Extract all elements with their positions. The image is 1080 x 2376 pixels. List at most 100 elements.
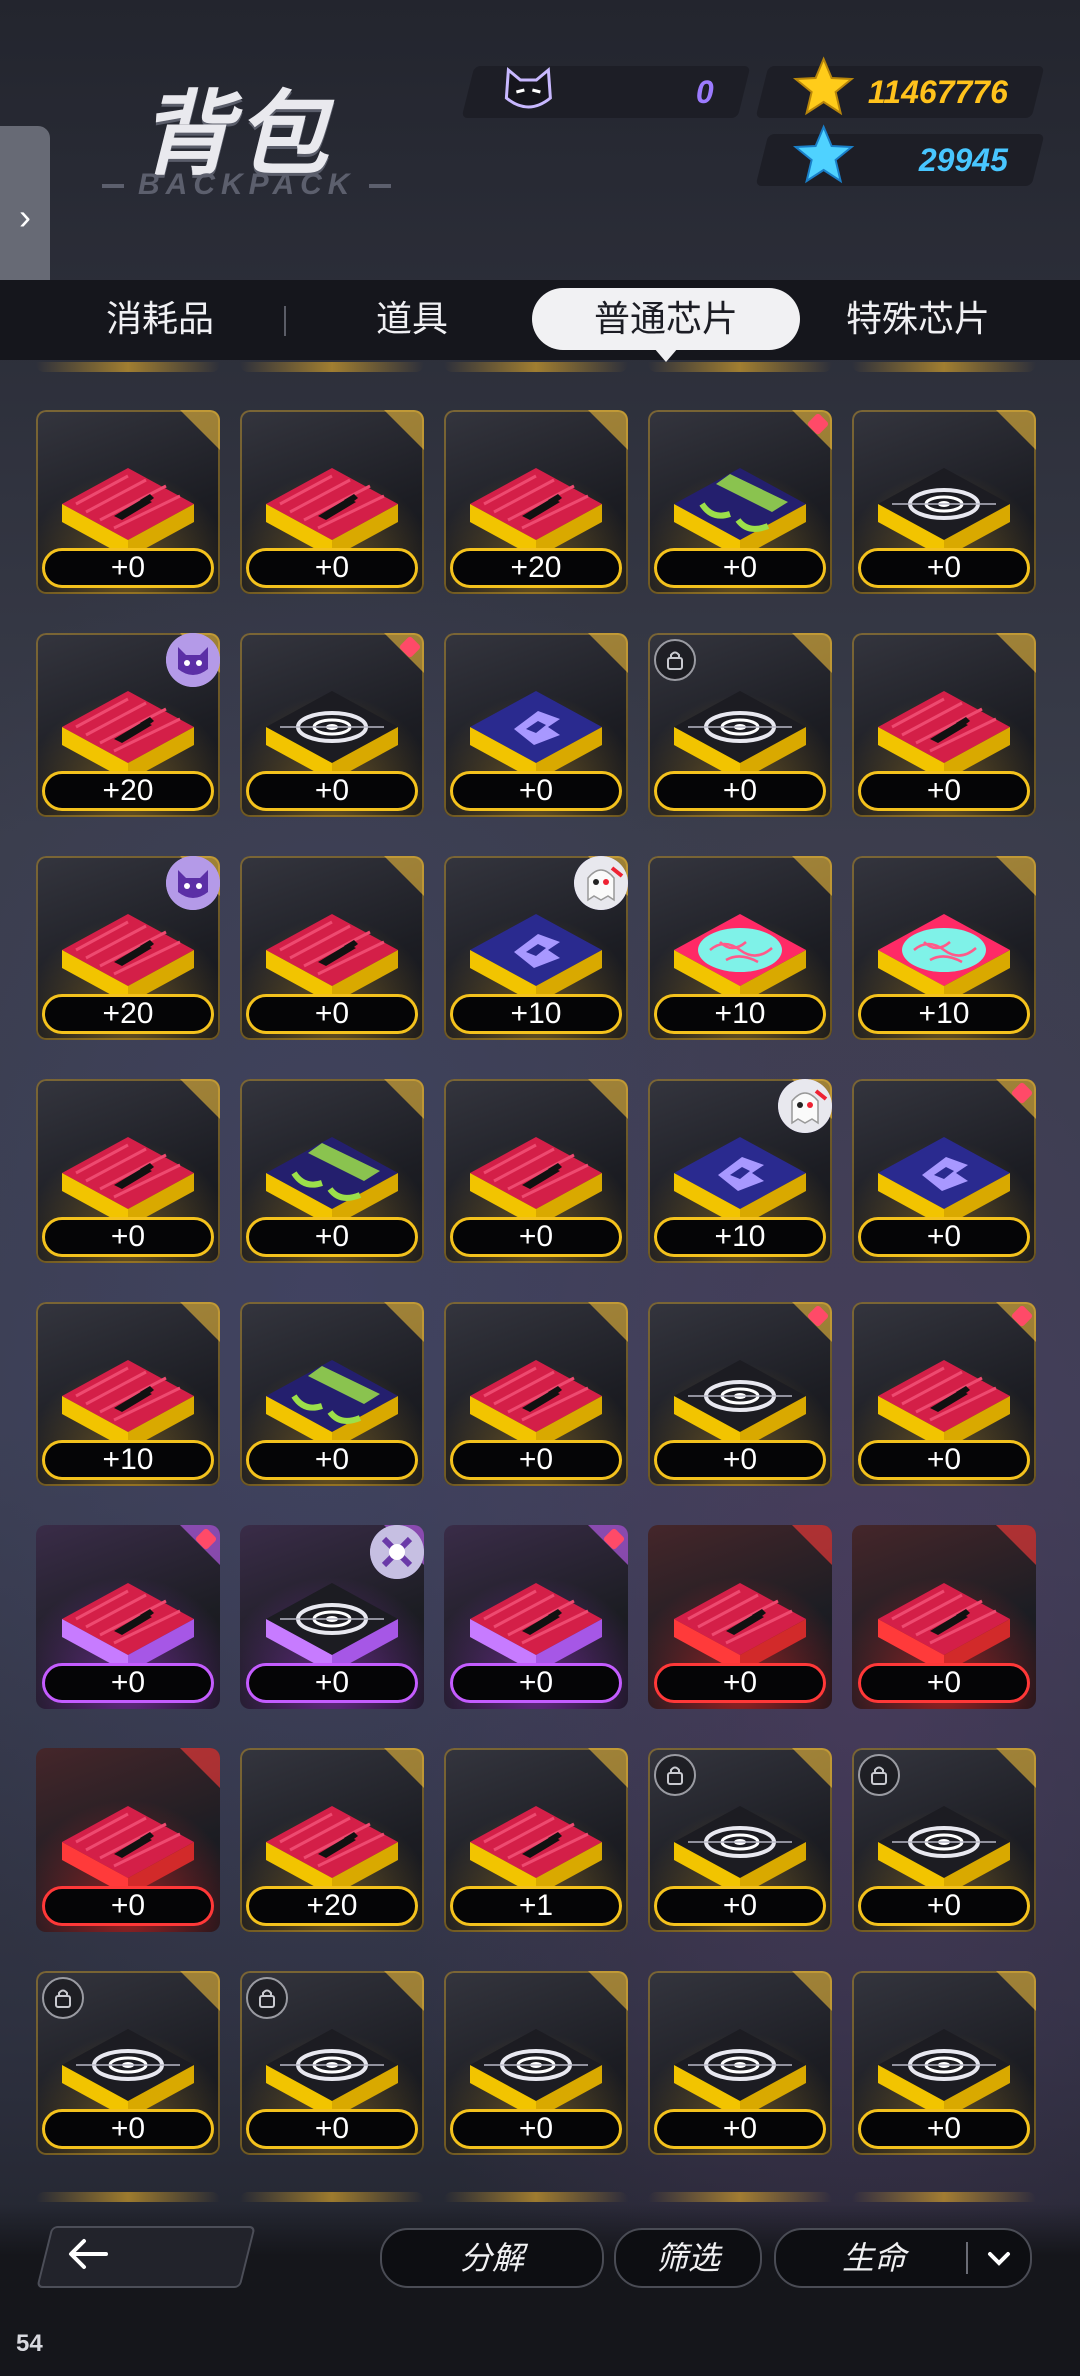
- bullet-chip-icon: [56, 1103, 200, 1233]
- chip-card[interactable]: +0: [36, 1525, 220, 1709]
- lock-icon[interactable]: [42, 1977, 84, 2019]
- chip-card[interactable]: +0: [36, 1079, 220, 1263]
- bullet-chip-icon: [464, 1326, 608, 1456]
- chip-level: +10: [450, 994, 622, 1034]
- peek-chip: [240, 2192, 424, 2202]
- chip-level: +0: [654, 1886, 826, 1926]
- peek-chip: [648, 2192, 832, 2202]
- vortex-chip-icon: [260, 657, 404, 787]
- lock-icon[interactable]: [246, 1977, 288, 2019]
- chip-level: +10: [858, 994, 1030, 1034]
- chip-card[interactable]: +0: [36, 1971, 220, 2155]
- bullet-chip-icon: [464, 1549, 608, 1679]
- sort-dropdown[interactable]: 生命: [774, 2228, 1032, 2288]
- vortex-chip-icon: [668, 657, 812, 787]
- chip-card[interactable]: +20: [36, 856, 220, 1040]
- lock-icon[interactable]: [654, 639, 696, 681]
- chip-level: +0: [858, 548, 1030, 588]
- chip-card[interactable]: +0: [852, 1971, 1036, 2155]
- chip-card[interactable]: +10: [648, 856, 832, 1040]
- chip-card[interactable]: +0: [648, 1971, 832, 2155]
- lock-icon[interactable]: [858, 1754, 900, 1796]
- bullet-chip-icon: [56, 1326, 200, 1456]
- chip-level: +0: [450, 1440, 622, 1480]
- chip-level: +0: [42, 1217, 214, 1257]
- chip-card[interactable]: +0: [444, 1079, 628, 1263]
- chip-level: +0: [42, 1663, 214, 1703]
- decompose-button[interactable]: 分解: [380, 2228, 604, 2288]
- chip-level: +0: [654, 1440, 826, 1480]
- chip-card[interactable]: +10: [36, 1302, 220, 1486]
- chip-card[interactable]: +0: [240, 1525, 424, 1709]
- filter-button[interactable]: 筛选: [614, 2228, 762, 2288]
- chip-card[interactable]: +20: [36, 633, 220, 817]
- brain-chip-icon: [668, 880, 812, 1010]
- lock-icon[interactable]: [654, 1754, 696, 1796]
- vortex-chip-icon: [668, 1326, 812, 1456]
- chip-card[interactable]: +0: [240, 410, 424, 594]
- bullet-chip-icon: [56, 1772, 200, 1902]
- chip-card[interactable]: +0: [852, 1748, 1036, 1932]
- gold-star-value: 11467776: [867, 74, 1008, 110]
- vortex-chip-icon: [872, 1995, 1016, 2125]
- chip-card[interactable]: +0: [852, 633, 1036, 817]
- chip-card[interactable]: +20: [444, 410, 628, 594]
- chip-card[interactable]: +0: [240, 1971, 424, 2155]
- tab-consumables[interactable]: 消耗品: [60, 288, 260, 350]
- chip-level: +0: [450, 771, 622, 811]
- chip-level: +0: [42, 548, 214, 588]
- chip-level: +10: [42, 1440, 214, 1480]
- green-v-chip-icon: [260, 1103, 404, 1233]
- chip-card[interactable]: +1: [444, 1748, 628, 1932]
- chip-level: +0: [246, 771, 418, 811]
- chip-card[interactable]: +0: [240, 1079, 424, 1263]
- purple-cat-avatar-icon: [166, 856, 220, 910]
- chip-level: +0: [654, 2109, 826, 2149]
- peek-chip: [852, 362, 1036, 372]
- chip-level: +0: [246, 1663, 418, 1703]
- tab-normal-chips[interactable]: 普通芯片: [532, 288, 800, 350]
- chip-card[interactable]: +0: [36, 410, 220, 594]
- chip-card[interactable]: +0: [240, 1302, 424, 1486]
- chip-card[interactable]: +10: [648, 1079, 832, 1263]
- chip-level: +10: [654, 1217, 826, 1257]
- active-tab-pointer: [654, 348, 678, 362]
- chip-card[interactable]: +0: [648, 1302, 832, 1486]
- chip-card[interactable]: +0: [648, 1748, 832, 1932]
- chip-card[interactable]: +0: [36, 1748, 220, 1932]
- chip-card[interactable]: +0: [852, 1302, 1036, 1486]
- chip-card[interactable]: +0: [648, 1525, 832, 1709]
- bullet-chip-icon: [464, 1103, 608, 1233]
- chip-card[interactable]: +10: [852, 856, 1036, 1040]
- tab-special-chips[interactable]: 特殊芯片: [818, 288, 1018, 350]
- chip-level: +0: [42, 2109, 214, 2149]
- chip-card[interactable]: +0: [240, 856, 424, 1040]
- chip-level: +10: [654, 994, 826, 1034]
- chip-level: +0: [858, 1440, 1030, 1480]
- chip-card[interactable]: +0: [444, 1971, 628, 2155]
- cat-token-counter: 0: [461, 66, 751, 118]
- bullet-chip-icon: [56, 1549, 200, 1679]
- chip-card[interactable]: +0: [852, 410, 1036, 594]
- chip-card[interactable]: +0: [444, 1302, 628, 1486]
- cat-mask-icon: [498, 58, 558, 123]
- chip-card[interactable]: +0: [648, 410, 832, 594]
- chip-card[interactable]: +0: [240, 633, 424, 817]
- bullet-chip-icon: [668, 1549, 812, 1679]
- chip-card[interactable]: +0: [648, 633, 832, 817]
- chip-card[interactable]: +0: [852, 1525, 1036, 1709]
- blue-logo-chip-icon: [464, 657, 608, 787]
- blue-logo-chip-icon: [872, 1103, 1016, 1233]
- chip-card[interactable]: +0: [444, 1525, 628, 1709]
- chip-level: +0: [858, 1217, 1030, 1257]
- vortex-chip-icon: [872, 1772, 1016, 1902]
- peek-chip: [240, 362, 424, 372]
- chip-level: +0: [246, 548, 418, 588]
- brain-chip-icon: [872, 880, 1016, 1010]
- chip-card[interactable]: +20: [240, 1748, 424, 1932]
- vortex-chip-icon: [872, 434, 1016, 564]
- chip-card[interactable]: +0: [852, 1079, 1036, 1263]
- chip-card[interactable]: +10: [444, 856, 628, 1040]
- chip-card[interactable]: +0: [444, 633, 628, 817]
- tab-items[interactable]: 道具: [312, 288, 512, 350]
